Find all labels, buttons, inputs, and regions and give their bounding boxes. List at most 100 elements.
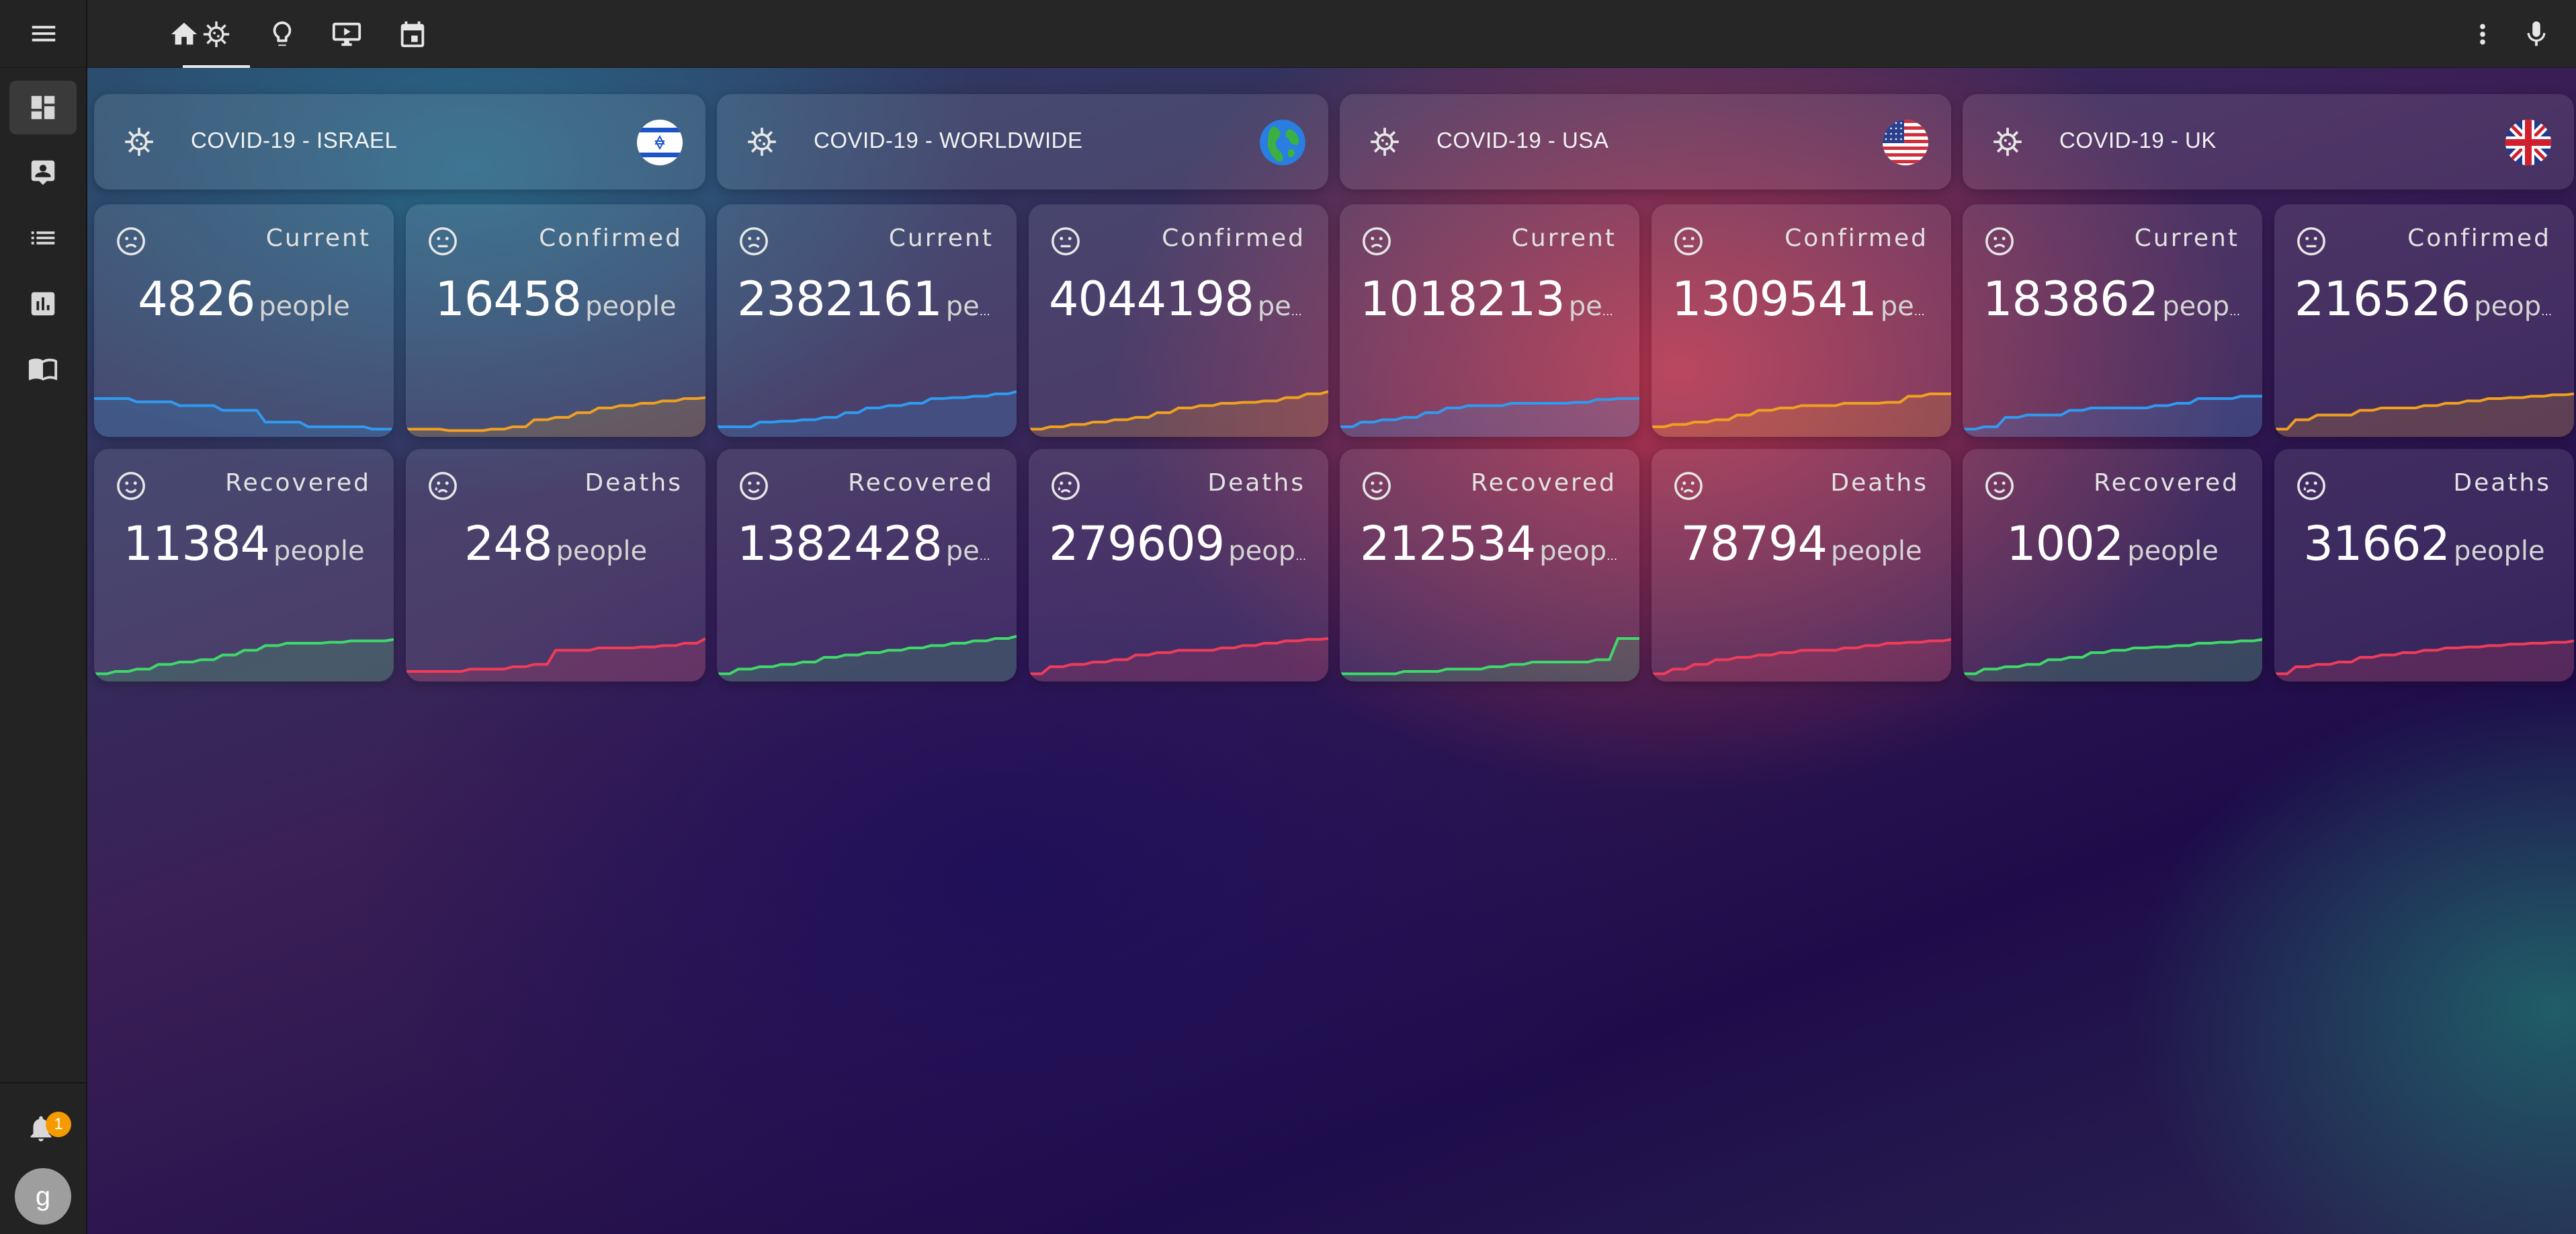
stat-card-deaths[interactable]: Deaths 78794 people [1651,449,1951,682]
region-title: COVID-19 - USA [1436,128,1609,153]
stat-value: 31662 people [2274,516,2574,571]
stat-card-deaths[interactable]: Deaths 31662 people [2274,449,2574,682]
stat-unit: people [2474,291,2565,322]
stat-value: 1309541 peo... [1651,272,1951,327]
list-icon [31,231,55,245]
stat-card-current[interactable]: Current 4826 people [94,204,394,437]
sidebar-item-chart[interactable] [9,277,77,331]
stat-number: 1018213 [1360,272,1565,327]
sidebar-item-list[interactable] [9,211,77,265]
stat-number: 1002 [2006,516,2124,571]
sparkline-confirmed [2274,393,2574,437]
stat-unit: people [585,291,677,322]
stat-card-recovered[interactable]: Recovered 11384 people [94,449,394,682]
sidebar-item-person-board[interactable] [9,145,77,199]
stat-label: Recovered [1471,469,1617,497]
virus-icon [1371,128,1399,156]
stat-card-confirmed[interactable]: Confirmed 4044198 pe... [1029,204,1328,437]
stat-unit: people [1568,291,1639,322]
tab-covid[interactable] [183,0,250,68]
stat-label: Current [1511,224,1617,252]
tab-media[interactable] [313,0,380,68]
sidebar-divider [0,1082,87,1083]
sad-face-icon [1985,227,2014,255]
stat-label: Recovered [225,469,371,497]
tab-calendar[interactable] [379,0,446,68]
sparkline-deaths [1651,638,1951,682]
stat-card-confirmed[interactable]: Confirmed 216526 people [2274,204,2574,437]
virus-icon [125,128,153,156]
region-flag [1260,120,1305,165]
virus-icon [1993,128,2022,156]
globe-icon [1260,120,1305,165]
stat-card-deaths[interactable]: Deaths 248 people [406,449,705,682]
stat-label: Confirmed [2407,224,2551,252]
sidebar-item-book[interactable] [9,341,77,395]
stat-value: 248 people [406,516,705,571]
sparkline-current [1340,397,1639,437]
tab-lights[interactable] [249,0,316,68]
sparkline-confirmed [1029,390,1328,437]
sparkline-recovered [94,638,394,682]
sparkline-confirmed [1651,393,1951,437]
stat-number: 212534 [1360,516,1536,571]
region-header-card[interactable]: COVID-19 - USA [1340,94,1951,190]
stat-value: 4826 people [94,272,394,327]
stat-unit: people [259,291,350,322]
avatar[interactable]: g [15,1168,71,1225]
sparkline-current [1963,395,2262,437]
sparkline-confirmed [406,396,705,437]
smile-face-icon [740,472,768,500]
calendar-icon [400,21,425,47]
region-header-card[interactable]: COVID-19 - ISRAEL [94,94,705,190]
monitor-play-icon [332,22,361,46]
sparkline-current [94,397,394,437]
menu-button[interactable] [0,0,87,68]
stat-card-confirmed[interactable]: Confirmed 1309541 peo... [1651,204,1951,437]
stat-label: Recovered [848,469,994,497]
crying-face-icon [1051,472,1080,500]
neutral-face-icon [429,227,457,255]
stat-label: Current [888,224,994,252]
stat-value: 216526 people [2274,272,2574,327]
virus-icon [748,128,776,156]
stat-label: Deaths [2453,469,2551,497]
stat-value: 11384 people [94,516,394,571]
stat-card-current[interactable]: Current 1018213people [1340,204,1639,437]
stat-value: 183862 people [1963,272,2262,327]
sparkline-deaths [1029,637,1328,682]
region-title: COVID-19 - ISRAEL [191,128,398,153]
stat-unit: people [1539,536,1631,567]
stat-label: Deaths [585,469,683,497]
region-header-card[interactable]: COVID-19 - UK [1963,94,2574,190]
uk-flag-icon [2505,120,2551,165]
crying-face-icon [429,472,457,500]
smile-face-icon [1985,472,2014,500]
stat-number: 16458 [435,272,582,327]
stat-card-current[interactable]: Current 183862 people [1963,204,2262,437]
stat-unit: people [1831,536,1922,567]
stat-card-recovered[interactable]: Recovered 1002 people [1963,449,2262,682]
stat-unit: peop... [1228,536,1322,567]
region-header-card[interactable]: COVID-19 - WORLDWIDE [717,94,1328,190]
stat-number: 248 [464,516,553,571]
smile-face-icon [117,472,145,500]
stat-card-current[interactable]: Current 2382161 peo... [717,204,1017,437]
lightbulb-icon [273,21,292,46]
neutral-face-icon [1674,227,1703,255]
sidebar-item-dashboard[interactable] [9,81,77,134]
stat-card-confirmed[interactable]: Confirmed 16458 people [406,204,705,437]
voice-button[interactable] [2521,19,2552,52]
stat-card-deaths[interactable]: Deaths 279609 peop... [1029,449,1328,682]
stat-card-recovered[interactable]: Recovered 1382428 peo... [717,449,1017,682]
stat-unit: peo... [1880,291,1951,322]
sparkline-current [717,390,1017,437]
sparkline-recovered [1340,637,1639,682]
smile-face-icon [1363,472,1391,500]
neutral-face-icon [1051,227,1080,255]
stat-label: Confirmed [1162,224,1305,252]
more-options-button[interactable] [2467,19,2498,52]
stat-card-recovered[interactable]: Recovered 212534 people [1340,449,1639,682]
stat-label: Current [265,224,371,252]
stat-label: Confirmed [1785,224,1928,252]
